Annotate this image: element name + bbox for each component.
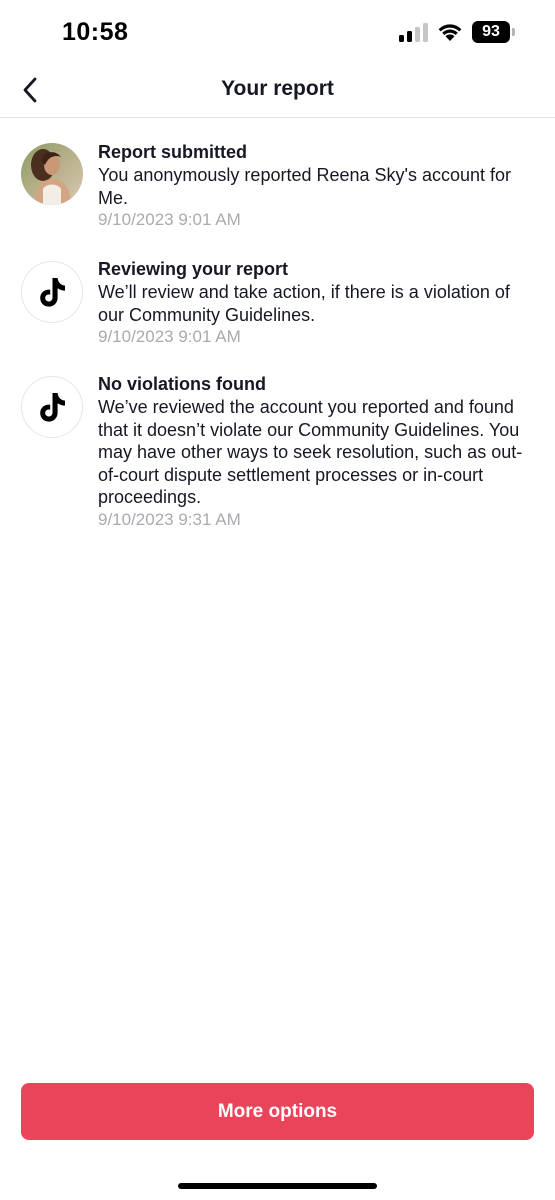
event-description: We’ve reviewed the account you reported … — [98, 397, 523, 507]
event-title: No violations found — [98, 374, 266, 394]
cellular-signal-icon — [399, 22, 429, 42]
event-title: Report submitted — [98, 142, 248, 162]
report-status-screen: 10:58 93 Your report Report submitted Yo… — [0, 0, 555, 1200]
status-time: 10:58 — [62, 18, 129, 46]
event-title: Reviewing your report — [98, 259, 289, 279]
nav-bar: Your report — [0, 64, 555, 118]
event-timestamp: 9/10/2023 9:01 AM — [98, 210, 241, 229]
avatar — [21, 143, 83, 205]
battery-level: 93 — [472, 21, 510, 43]
tiktok-logo-icon — [21, 261, 83, 323]
event-description: We’ll review and take action, if there i… — [98, 282, 510, 325]
event-timestamp: 9/10/2023 9:01 AM — [98, 327, 241, 346]
timeline-event-no-violations: No violations found We’ve reviewed the a… — [0, 373, 555, 530]
report-timeline: Report submitted You anonymously reporte… — [0, 138, 555, 530]
reported-account-avatar-image — [21, 143, 83, 205]
page-title: Your report — [221, 77, 334, 100]
wifi-icon — [438, 24, 462, 41]
more-options-button[interactable]: More options — [21, 1083, 534, 1140]
battery-tip — [512, 28, 515, 36]
status-bar: 10:58 93 — [0, 0, 555, 64]
event-description: You anonymously reported Reena Sky's acc… — [98, 165, 512, 208]
battery-icon: 93 — [472, 21, 516, 43]
tiktok-logo-icon — [21, 376, 83, 438]
home-indicator[interactable] — [178, 1183, 377, 1189]
event-timestamp: 9/10/2023 9:31 AM — [98, 509, 241, 529]
timeline-event-submitted: Report submitted You anonymously reporte… — [0, 141, 555, 230]
timeline-event-reviewing: Reviewing your report We’ll review and t… — [0, 258, 555, 347]
